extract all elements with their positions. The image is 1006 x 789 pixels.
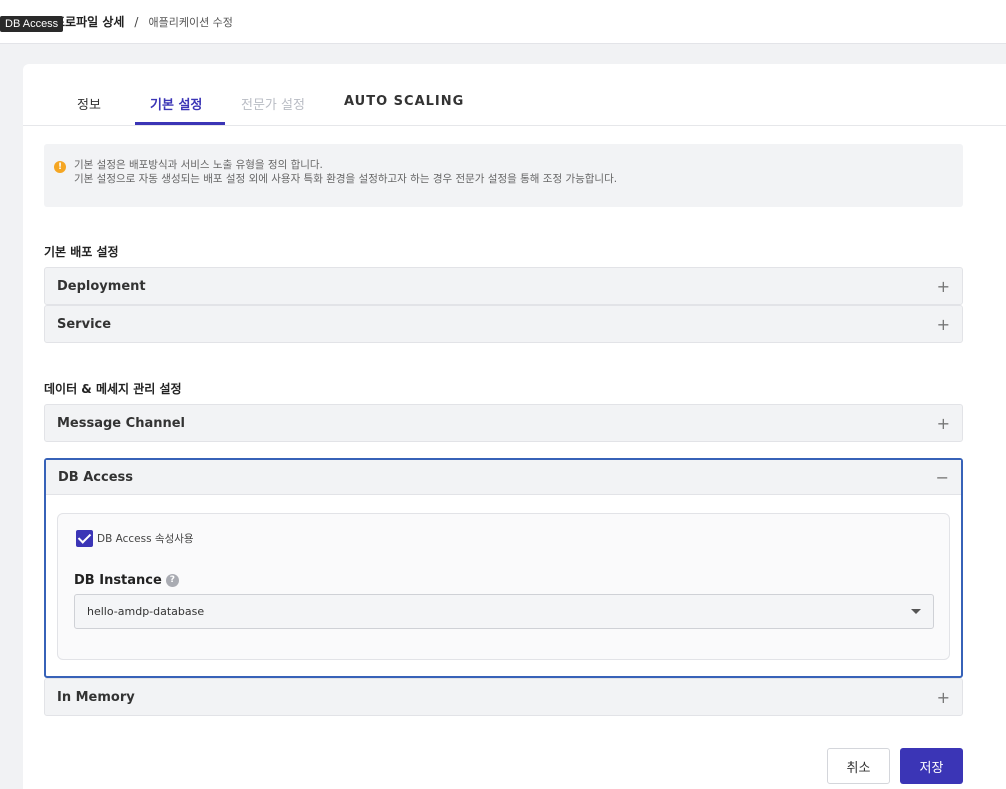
accordion-in-memory[interactable]: In Memory + — [44, 678, 963, 716]
accordion-header[interactable]: Deployment + — [45, 268, 962, 304]
breadcrumb-separator: / — [134, 14, 139, 29]
collapse-icon[interactable]: − — [936, 468, 949, 487]
info-notice: ! 기본 설정은 배포방식과 서비스 노출 유형을 정의 합니다. 기본 설정으… — [44, 144, 963, 207]
accordion-title: Service — [57, 316, 112, 332]
db-access-panel: DB Access 속성사용 DB Instance ? hello-amdp-… — [57, 513, 950, 660]
db-instance-label-text: DB Instance — [74, 573, 162, 588]
accordion-db-access[interactable]: DB Access − DB Access 속성사용 DB Instance ?… — [44, 458, 963, 678]
expand-icon[interactable]: + — [937, 414, 950, 433]
db-instance-selected-value: hello-amdp-database — [87, 605, 205, 618]
tab-auto-scaling[interactable]: AUTO SCALING — [344, 94, 464, 109]
breadcrumb-page: 애플리케이션 수정 — [148, 15, 233, 29]
db-instance-select[interactable]: hello-amdp-database — [74, 594, 934, 629]
db-instance-label: DB Instance ? — [74, 573, 179, 588]
save-button[interactable]: 저장 — [900, 748, 963, 784]
accordion-title: In Memory — [57, 689, 135, 705]
tab-info[interactable]: 정보 — [77, 94, 101, 113]
expand-icon[interactable]: + — [937, 688, 950, 707]
breadcrumb-current[interactable]: 프로파일 상세 — [54, 13, 124, 30]
accordion-service[interactable]: Service + — [44, 305, 963, 343]
accordion-header[interactable]: Service + — [45, 306, 962, 342]
section-title-deploy: 기본 배포 설정 — [44, 245, 119, 259]
cancel-button[interactable]: 취소 — [827, 748, 890, 784]
breadcrumb: 프로파일 상세 / 애플리케이션 수정 — [36, 13, 233, 30]
expand-icon[interactable]: + — [937, 315, 950, 334]
accordion-title: Deployment — [57, 278, 146, 294]
main-card: 정보 기본 설정 전문가 설정 AUTO SCALING ! 기본 설정은 배포… — [23, 64, 1006, 789]
accordion-header[interactable]: DB Access − — [46, 460, 961, 495]
accordion-title: DB Access — [58, 469, 133, 485]
section-title-data: 데이터 & 메세지 관리 설정 — [44, 382, 182, 396]
expand-icon[interactable]: + — [937, 277, 950, 296]
tab-bar: 정보 기본 설정 전문가 설정 AUTO SCALING — [23, 64, 1006, 126]
chevron-down-icon — [911, 609, 921, 614]
help-icon[interactable]: ? — [165, 574, 179, 587]
accordion-title: Message Channel — [57, 415, 186, 431]
top-bar: 프로파일 상세 / 애플리케이션 수정 DB Access — [0, 0, 1006, 44]
notice-line-2: 기본 설정으로 자동 생성되는 배포 설정 외에 사용자 특화 환경을 설정하고… — [74, 173, 618, 185]
accordion-header[interactable]: Message Channel + — [45, 405, 962, 441]
active-tab-indicator — [135, 122, 225, 125]
db-access-checkbox-label[interactable]: DB Access 속성사용 — [97, 531, 194, 546]
db-access-checkbox[interactable] — [76, 530, 93, 547]
tooltip: DB Access — [0, 16, 64, 32]
accordion-header[interactable]: In Memory + — [45, 679, 962, 715]
notice-line-1: 기본 설정은 배포방식과 서비스 노출 유형을 정의 합니다. — [74, 159, 323, 171]
accordion-message-channel[interactable]: Message Channel + — [44, 404, 963, 442]
db-access-checkbox-row[interactable]: DB Access 속성사용 — [76, 530, 194, 547]
warning-icon: ! — [54, 161, 66, 173]
tab-expert-settings[interactable]: 전문가 설정 — [241, 94, 305, 113]
tab-basic-settings[interactable]: 기본 설정 — [150, 94, 202, 113]
accordion-deployment[interactable]: Deployment + — [44, 267, 963, 305]
